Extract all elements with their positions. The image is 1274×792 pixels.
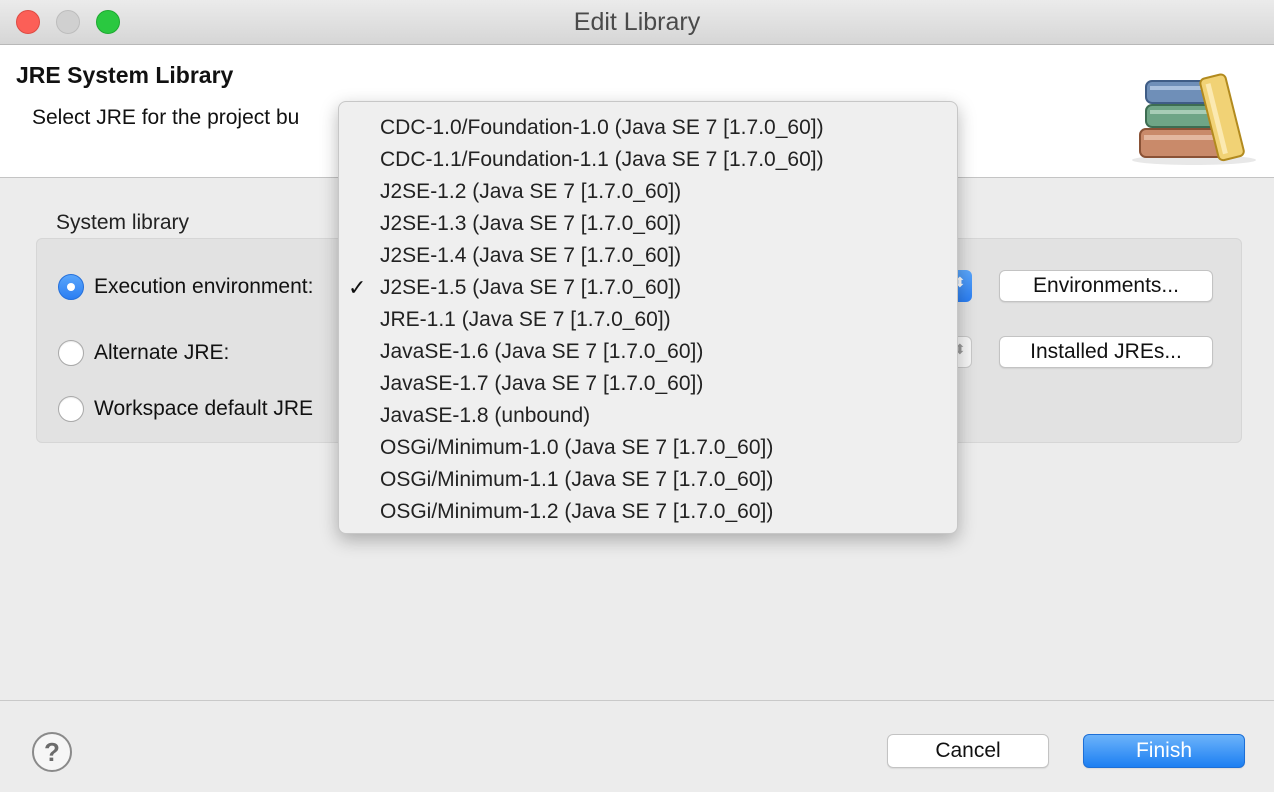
dropdown-item[interactable]: CDC-1.1/Foundation-1.1 (Java SE 7 [1.7.0… bbox=[339, 144, 957, 176]
dropdown-item[interactable]: OSGi/Minimum-1.0 (Java SE 7 [1.7.0_60]) bbox=[339, 432, 957, 464]
execution-environment-radio[interactable] bbox=[58, 274, 84, 300]
workspace-default-jre-radio[interactable] bbox=[58, 396, 84, 422]
dropdown-item[interactable]: OSGi/Minimum-1.1 (Java SE 7 [1.7.0_60]) bbox=[339, 464, 957, 496]
banner-title: JRE System Library bbox=[16, 62, 234, 88]
dropdown-item[interactable]: OSGi/Minimum-1.2 (Java SE 7 [1.7.0_60]) bbox=[339, 496, 957, 528]
installed-jres-button[interactable]: Installed JREs... bbox=[999, 336, 1213, 368]
banner-description: Select JRE for the project bu bbox=[32, 106, 300, 129]
system-library-label: System library bbox=[56, 211, 190, 234]
footer-separator bbox=[0, 700, 1274, 701]
dropdown-item[interactable]: JavaSE-1.7 (Java SE 7 [1.7.0_60]) bbox=[339, 368, 957, 400]
alternate-jre-label: Alternate JRE: bbox=[94, 341, 230, 364]
dropdown-item[interactable]: JavaSE-1.8 (unbound) bbox=[339, 400, 957, 432]
dropdown-item[interactable]: J2SE-1.2 (Java SE 7 [1.7.0_60]) bbox=[339, 176, 957, 208]
title-bar: Edit Library bbox=[0, 0, 1274, 45]
execution-environment-dropdown: CDC-1.0/Foundation-1.0 (Java SE 7 [1.7.0… bbox=[338, 101, 958, 534]
checkmark-icon: ✓ bbox=[348, 275, 367, 300]
cancel-button[interactable]: Cancel bbox=[887, 734, 1049, 768]
library-books-icon bbox=[1132, 73, 1256, 165]
dropdown-item[interactable]: CDC-1.0/Foundation-1.0 (Java SE 7 [1.7.0… bbox=[339, 112, 957, 144]
dropdown-item-selected[interactable]: ✓ J2SE-1.5 (Java SE 7 [1.7.0_60]) bbox=[339, 272, 957, 304]
alternate-jre-radio[interactable] bbox=[58, 340, 84, 366]
dropdown-item[interactable]: JRE-1.1 (Java SE 7 [1.7.0_60]) bbox=[339, 304, 957, 336]
finish-button[interactable]: Finish bbox=[1083, 734, 1245, 768]
dropdown-item[interactable]: JavaSE-1.6 (Java SE 7 [1.7.0_60]) bbox=[339, 336, 957, 368]
help-icon[interactable]: ? bbox=[32, 732, 72, 772]
window-title: Edit Library bbox=[573, 8, 701, 36]
workspace-default-jre-label: Workspace default JRE bbox=[94, 397, 314, 420]
dropdown-item[interactable]: J2SE-1.3 (Java SE 7 [1.7.0_60]) bbox=[339, 208, 957, 240]
environments-button[interactable]: Environments... bbox=[999, 270, 1213, 302]
execution-environment-label: Execution environment: bbox=[94, 275, 314, 298]
dropdown-item[interactable]: J2SE-1.4 (Java SE 7 [1.7.0_60]) bbox=[339, 240, 957, 272]
